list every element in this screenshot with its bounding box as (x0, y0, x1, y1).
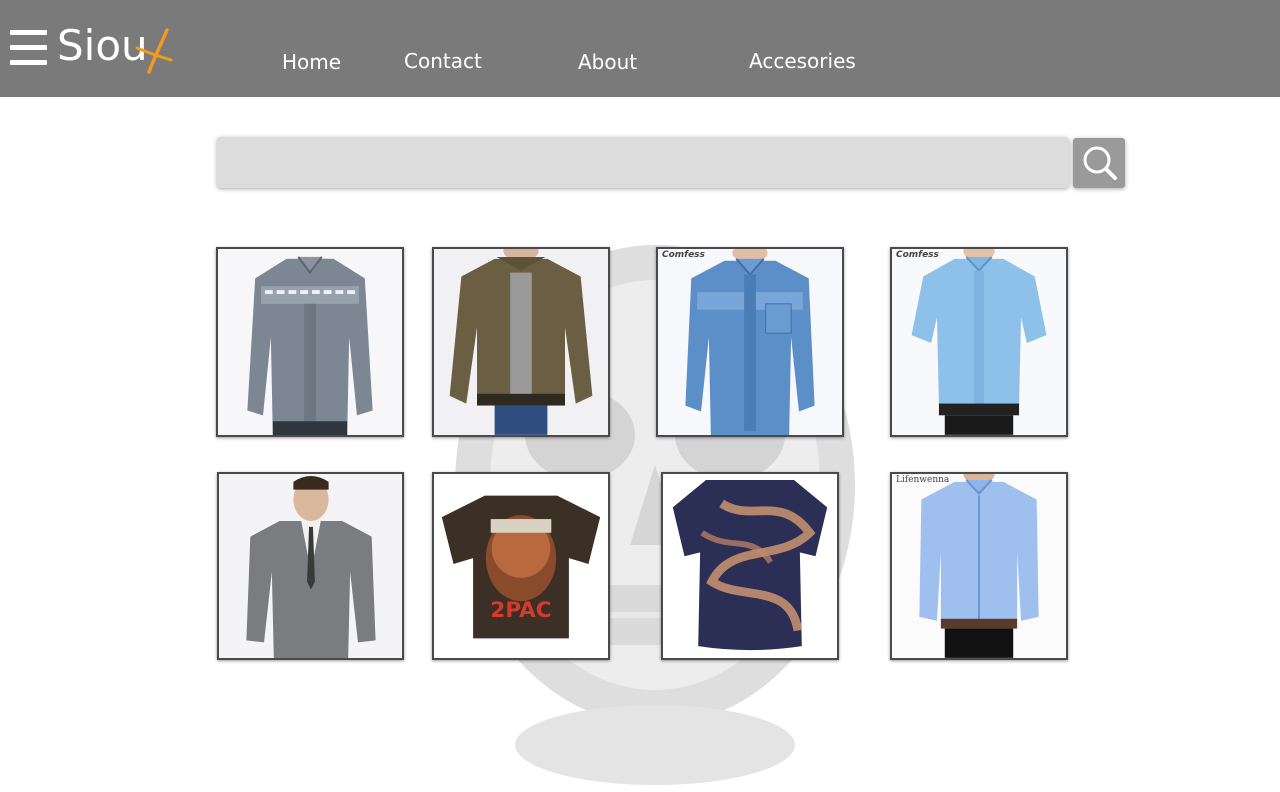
product-card-bleached-tshirt[interactable] (661, 472, 839, 660)
top-navigation-bar: Siou Home Contact About Accesories (0, 0, 1280, 97)
nav-accesories-link[interactable]: Accesories (749, 47, 856, 75)
product-card-2pac-graphic-tshirt[interactable]: 2PAC (432, 472, 610, 660)
search-input[interactable] (217, 137, 1069, 188)
logo-x-icon (135, 28, 173, 74)
product-image (892, 474, 1066, 658)
product-card-gray-denim-shirt[interactable] (216, 247, 404, 437)
search-icon (1083, 146, 1117, 180)
product-image (892, 249, 1066, 435)
nav-about-link[interactable]: About (578, 48, 637, 76)
product-image (663, 474, 837, 658)
product-card-gray-suit[interactable] (217, 472, 404, 660)
nav-contact-link[interactable]: Contact (404, 47, 482, 75)
product-image (219, 474, 402, 658)
product-card-light-blue-short-sleeve-shirt[interactable]: Comfess (890, 247, 1068, 437)
nav-home-link[interactable]: Home (282, 48, 341, 76)
product-brand-label: Lifenwenna (896, 475, 950, 485)
product-image (658, 249, 842, 435)
product-image (434, 249, 608, 435)
product-card-olive-bomber-jacket[interactable] (432, 247, 610, 437)
hamburger-menu-icon[interactable] (10, 30, 47, 66)
svg-text:2PAC: 2PAC (490, 598, 551, 623)
product-image: 2PAC (434, 474, 608, 658)
product-card-blue-denim-shirt[interactable]: Comfess (656, 247, 844, 437)
search-button[interactable] (1073, 138, 1125, 188)
product-brand-label: Comfess (896, 250, 939, 260)
product-brand-label: Comfess (662, 250, 705, 260)
product-card-light-blue-button-down-shirt[interactable]: Lifenwenna (890, 472, 1068, 660)
product-image (218, 249, 402, 435)
